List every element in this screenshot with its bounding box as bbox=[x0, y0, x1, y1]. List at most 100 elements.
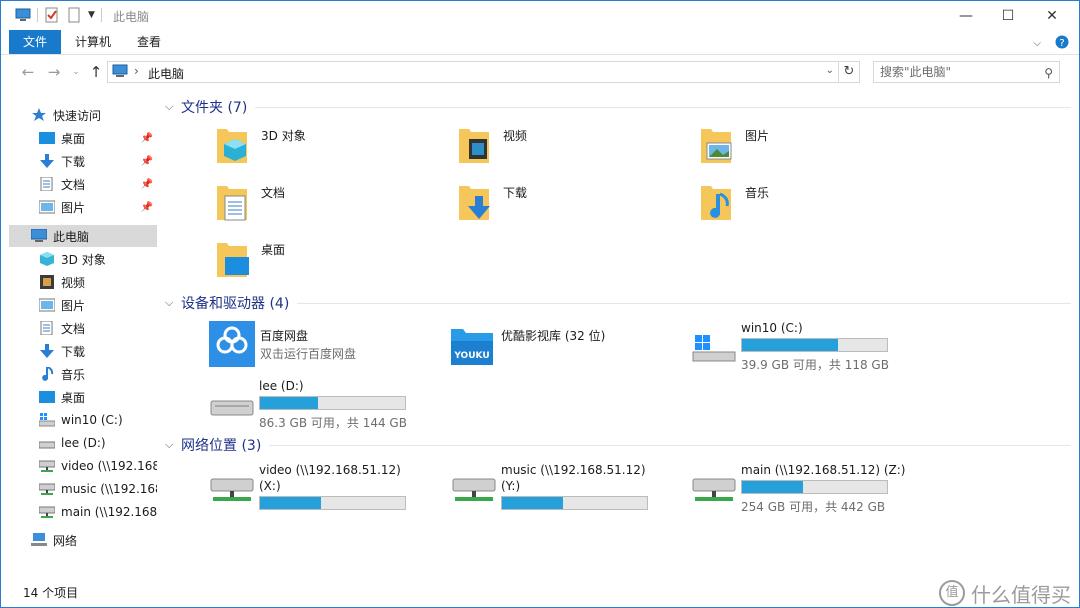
expand-ribbon-icon[interactable]: ⌵ bbox=[1033, 38, 1041, 49]
drive-c[interactable]: win10 (C:) 39.9 GB 可用，共 118 GB bbox=[691, 321, 921, 372]
nav-pictures-pinned[interactable]: 图片 📌 bbox=[39, 196, 157, 218]
nav-label: lee (D:) bbox=[61, 436, 106, 450]
drive-d[interactable]: lee (D:) 86.3 GB 可用，共 144 GB bbox=[209, 379, 439, 430]
recent-locations-icon[interactable]: ⌄ bbox=[67, 63, 85, 81]
explorer-window: ▼ 此电脑 — ☐ ✕ 文件 计算机 查看 ⌵ ? ← → ⌄ ↑ › 此电脑 bbox=[0, 0, 1080, 608]
nav-label: 音乐 bbox=[61, 367, 86, 382]
tile-label: 百度网盘 bbox=[260, 329, 309, 343]
nav-pictures[interactable]: 图片 bbox=[39, 294, 157, 316]
tab-view[interactable]: 查看 bbox=[123, 30, 175, 54]
computer-icon bbox=[112, 64, 128, 82]
music-folder-icon bbox=[701, 186, 731, 220]
title-bar: ▼ 此电脑 — ☐ ✕ bbox=[1, 1, 1079, 30]
item-count: 14 个项目 bbox=[23, 586, 79, 600]
help-icon[interactable]: ? bbox=[1055, 35, 1069, 52]
nav-drive-c[interactable]: win10 (C:) bbox=[39, 409, 157, 431]
tab-file[interactable]: 文件 bbox=[9, 30, 61, 54]
folder-music[interactable]: 音乐 bbox=[689, 176, 919, 226]
nav-label: 文档 bbox=[61, 177, 86, 192]
nav-drive-d[interactable]: lee (D:) bbox=[39, 432, 157, 454]
nav-label: 3D 对象 bbox=[61, 252, 106, 267]
group-title: 设备和驱动器 (4) bbox=[181, 296, 290, 312]
drive-letter: (Y:) bbox=[501, 479, 521, 493]
group-title: 文件夹 (7) bbox=[181, 100, 248, 116]
document-icon bbox=[39, 320, 55, 336]
youku-library[interactable]: YOUKU 优酷影视库 (32 位) bbox=[449, 327, 679, 377]
folder-desktop[interactable]: 桌面 bbox=[205, 233, 435, 283]
nav-label: main (\\192.168.51 bbox=[61, 505, 157, 519]
document-icon bbox=[39, 176, 55, 192]
nav-videos[interactable]: 视频 bbox=[39, 271, 157, 293]
address-dropdown-icon[interactable]: ⌄ bbox=[826, 65, 834, 76]
network-drive-main[interactable]: main (\\192.168.51.12) (Z:) 254 GB 可用，共 … bbox=[691, 463, 921, 514]
divider bbox=[269, 444, 1071, 446]
nav-quick-access[interactable]: 快速访问 bbox=[31, 104, 179, 126]
nav-downloads[interactable]: 下载 bbox=[39, 340, 157, 362]
minimize-button[interactable]: — bbox=[943, 1, 989, 30]
group-title: 网络位置 (3) bbox=[181, 438, 262, 454]
drive-usage-fill bbox=[742, 339, 838, 351]
nav-this-pc[interactable]: 此电脑 bbox=[9, 225, 157, 247]
customize-toolbar-icon[interactable]: ▼ bbox=[88, 10, 95, 20]
tile-label: 下载 bbox=[503, 186, 528, 200]
network-drive-video[interactable]: video (\\192.168.51.12) (X:) bbox=[209, 463, 439, 513]
group-header-network[interactable]: ⌵ 网络位置 (3) bbox=[165, 435, 1071, 455]
document-folder-icon bbox=[217, 186, 247, 221]
nav-label: video (\\192.168.5 bbox=[61, 459, 157, 473]
network-icon bbox=[31, 533, 47, 547]
folder-videos[interactable]: 视频 bbox=[447, 119, 677, 169]
network-drive-music[interactable]: music (\\192.168.51.12) (Y:) bbox=[451, 463, 681, 513]
nav-label: 快速访问 bbox=[53, 108, 102, 123]
tab-computer[interactable]: 计算机 bbox=[61, 30, 125, 54]
maximize-button[interactable]: ☐ bbox=[985, 1, 1031, 30]
search-input[interactable]: 搜索"此电脑" ⚲ bbox=[873, 61, 1060, 83]
folder-3d-objects[interactable]: 3D 对象 bbox=[205, 119, 435, 169]
breadcrumb-this-pc[interactable]: 此电脑 bbox=[148, 65, 184, 82]
baidu-netdisk-icon bbox=[209, 321, 255, 367]
nav-downloads-pinned[interactable]: 下载 📌 bbox=[39, 150, 157, 172]
folder-documents[interactable]: 文档 bbox=[205, 176, 435, 226]
separator bbox=[100, 8, 102, 22]
address-row: ← → ⌄ ↑ › 此电脑 ⌄ ↻ 搜索"此电脑" ⚲ bbox=[1, 55, 1079, 89]
address-bar[interactable]: › 此电脑 ⌄ bbox=[107, 61, 839, 83]
baidu-netdisk[interactable]: 百度网盘 双击运行百度网盘 bbox=[209, 321, 419, 371]
nav-network-drive-main[interactable]: main (\\192.168.51 bbox=[39, 501, 157, 523]
drive-free-space: 86.3 GB 可用，共 144 GB bbox=[259, 416, 407, 430]
chevron-down-icon: ⌵ bbox=[165, 296, 174, 309]
refresh-button[interactable]: ↻ bbox=[839, 61, 860, 83]
folder-pictures[interactable]: 图片 bbox=[689, 119, 919, 169]
properties-icon[interactable] bbox=[44, 7, 60, 23]
back-arrow-icon[interactable]: ← bbox=[19, 63, 37, 81]
nav-network-drive-video[interactable]: video (\\192.168.5 bbox=[39, 455, 157, 477]
close-button[interactable]: ✕ bbox=[1029, 1, 1075, 30]
nav-3d-objects[interactable]: 3D 对象 bbox=[39, 248, 157, 270]
picture-folder-icon bbox=[701, 129, 732, 163]
nav-documents[interactable]: 文档 bbox=[39, 317, 157, 339]
nav-label: 视频 bbox=[61, 275, 86, 290]
computer-icon bbox=[30, 228, 48, 243]
nav-network[interactable]: 网络 bbox=[31, 529, 157, 551]
video-folder-icon bbox=[459, 129, 489, 163]
drive-usage-bar bbox=[501, 496, 648, 510]
nav-documents-pinned[interactable]: 文档 📌 bbox=[39, 173, 157, 195]
search-icon: ⚲ bbox=[1044, 66, 1053, 80]
new-folder-icon[interactable] bbox=[66, 7, 82, 23]
nav-network-drive-music[interactable]: music (\\192.168.5 bbox=[39, 478, 157, 500]
star-icon bbox=[31, 108, 47, 122]
cube-icon bbox=[39, 252, 55, 266]
svg-text:?: ? bbox=[1059, 38, 1064, 49]
nav-desktop[interactable]: 桌面 bbox=[39, 386, 157, 408]
pin-icon: 📌 bbox=[140, 201, 153, 213]
group-header-folders[interactable]: ⌵ 文件夹 (7) bbox=[165, 97, 1071, 117]
up-arrow-icon[interactable]: ↑ bbox=[87, 63, 105, 81]
nav-music[interactable]: 音乐 bbox=[39, 363, 157, 385]
chevron-down-icon: ⌵ bbox=[165, 100, 174, 113]
quick-access-toolbar: ▼ bbox=[15, 7, 102, 23]
network-drive-icon bbox=[39, 505, 56, 519]
drive-label: lee (D:) bbox=[259, 379, 304, 393]
group-header-devices[interactable]: ⌵ 设备和驱动器 (4) bbox=[165, 293, 1071, 313]
forward-arrow-icon[interactable]: → bbox=[45, 63, 63, 81]
folder-downloads[interactable]: 下载 bbox=[447, 176, 677, 226]
nav-desktop-pinned[interactable]: 桌面 📌 bbox=[39, 127, 157, 149]
search-placeholder: 搜索"此电脑" bbox=[880, 65, 952, 79]
